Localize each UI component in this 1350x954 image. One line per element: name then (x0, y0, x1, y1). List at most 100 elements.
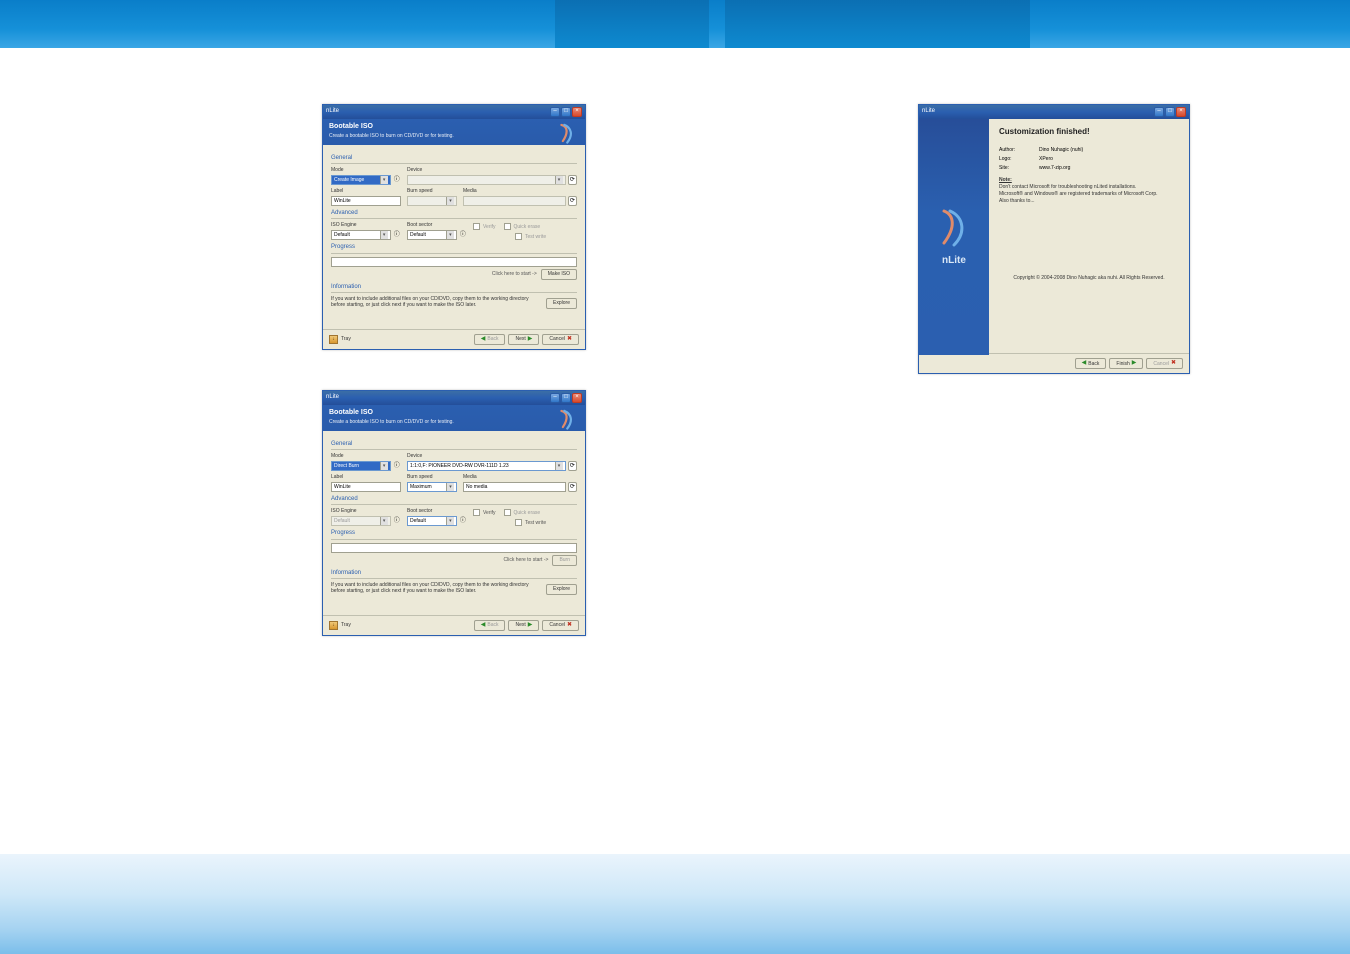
section-information: Information (331, 284, 577, 293)
explore-button[interactable]: Explore (546, 298, 577, 309)
mode-dropdown[interactable]: Direct Burn ▾ (331, 461, 391, 471)
burn-button: Burn (552, 555, 577, 566)
verify-label: Verify (483, 224, 496, 230)
boot-sector-dropdown[interactable]: Default ▾ (407, 230, 457, 240)
titlebar[interactable]: nLite – □ × (919, 105, 1189, 119)
nlite-logo-icon (557, 408, 579, 430)
site-value: www.7-zip.org (1039, 165, 1070, 171)
test-write-checkbox[interactable]: Test write (515, 519, 577, 526)
test-write-label: Test write (525, 234, 546, 240)
section-progress: Progress (331, 244, 577, 253)
quick-erase-checkbox: Quick erase (504, 509, 541, 516)
finish-button[interactable]: Finish ▶ (1109, 358, 1143, 369)
explore-button[interactable]: Explore (546, 584, 577, 595)
boot-sector-dropdown[interactable]: Default ▾ (407, 516, 457, 526)
refresh-button[interactable]: ⟳ (568, 482, 577, 492)
info-icon[interactable]: ⓘ (393, 175, 401, 185)
logo-key: Logo: (999, 156, 1039, 162)
verify-checkbox: Verify (473, 223, 496, 230)
nlite-logo-icon (557, 122, 579, 144)
tray-button[interactable]: Tray (329, 621, 351, 630)
iso-engine-dropdown: Default ▾ (331, 516, 391, 526)
logo-value: XPero (1039, 156, 1053, 162)
info-icon[interactable]: ⓘ (393, 516, 401, 526)
progress-bar (331, 543, 577, 553)
tray-icon (329, 621, 338, 630)
back-button[interactable]: ◀ Back (1075, 358, 1107, 369)
back-arrow-icon: ◀ (1082, 360, 1087, 367)
label-input[interactable]: WinLite (331, 482, 401, 492)
close-icon: ✖ (567, 622, 572, 629)
iso-engine-value: Default (334, 232, 350, 238)
label-iso-engine: ISO Engine (331, 508, 401, 514)
back-label: Back (487, 622, 498, 628)
tray-button[interactable]: Tray (329, 335, 351, 344)
label-burn-speed: Burn speed (407, 188, 457, 194)
chevron-down-icon: ▾ (446, 197, 454, 205)
section-information: Information (331, 570, 577, 579)
cancel-label: Cancel (549, 622, 565, 628)
burn-speed-dropdown[interactable]: Maximum ▾ (407, 482, 457, 492)
label-media: Media (463, 188, 577, 194)
back-arrow-icon: ◀ (481, 622, 486, 629)
copyright: Copyright © 2004-2008 Dino Nuhagic aka n… (999, 275, 1179, 281)
info-icon[interactable]: ⓘ (393, 461, 401, 471)
titlebar[interactable]: nLite – □ × (323, 391, 585, 405)
window-bootable-iso-burn: nLite – □ × Bootable ISO Create a bootab… (322, 390, 586, 636)
window-title: nLite (922, 108, 935, 115)
cancel-button[interactable]: Cancel ✖ (542, 620, 579, 631)
info-icon[interactable]: ⓘ (459, 516, 467, 526)
iso-engine-dropdown[interactable]: Default ▾ (331, 230, 391, 240)
mode-dropdown[interactable]: Create Image ▾ (331, 175, 391, 185)
window-customization-finished: nLite – □ × nLite Customization finished… (918, 104, 1190, 374)
verify-checkbox[interactable]: Verify (473, 509, 496, 516)
close-button[interactable]: × (572, 393, 582, 403)
label-boot-sector: Boot sector (407, 508, 467, 514)
refresh-button[interactable]: ⟳ (568, 175, 577, 185)
author-value: Dino Nuhagic (nuhi) (1039, 147, 1083, 153)
section-general: General (331, 441, 577, 450)
next-button[interactable]: Next ▶ (508, 334, 539, 345)
quick-erase-checkbox: Quick erase (504, 223, 541, 230)
maximize-button[interactable]: □ (561, 393, 571, 403)
tray-label: Tray (341, 622, 351, 628)
label-mode: Mode (331, 453, 401, 459)
close-button[interactable]: × (1176, 107, 1186, 117)
chevron-down-icon: ▾ (446, 517, 454, 525)
close-button[interactable]: × (572, 107, 582, 117)
info-icon[interactable]: ⓘ (459, 230, 467, 240)
header-title: Bootable ISO (329, 123, 579, 131)
device-dropdown[interactable]: 1:1:0,F: PIONEER DVD-RW DVR-111D 1.23 ▾ (407, 461, 566, 471)
maximize-button[interactable]: □ (1165, 107, 1175, 117)
start-hint: Click here to start -> (492, 271, 537, 277)
label-burn-speed: Burn speed (407, 474, 457, 480)
refresh-button[interactable]: ⟳ (568, 461, 577, 471)
chevron-down-icon: ▾ (446, 231, 454, 239)
label-iso-engine: ISO Engine (331, 222, 401, 228)
minimize-button[interactable]: – (550, 393, 560, 403)
next-button[interactable]: Next ▶ (508, 620, 539, 631)
back-button: ◀ Back (474, 620, 506, 631)
back-label: Back (487, 336, 498, 342)
maximize-button[interactable]: □ (561, 107, 571, 117)
cancel-button[interactable]: Cancel ✖ (542, 334, 579, 345)
label-boot-sector: Boot sector (407, 222, 467, 228)
refresh-button[interactable]: ⟳ (568, 196, 577, 206)
test-write-checkbox: Test write (515, 233, 577, 240)
label-input[interactable]: WinLite (331, 196, 401, 206)
tray-label: Tray (341, 336, 351, 342)
cancel-button: Cancel ✖ (1146, 358, 1183, 369)
info-icon[interactable]: ⓘ (393, 230, 401, 240)
label-label: Label (331, 474, 401, 480)
burn-label: Burn (559, 557, 570, 563)
chevron-down-icon: ▾ (380, 231, 388, 239)
chevron-down-icon: ▾ (555, 176, 563, 184)
minimize-button[interactable]: – (550, 107, 560, 117)
quick-erase-label: Quick erase (514, 224, 541, 230)
minimize-button[interactable]: – (1154, 107, 1164, 117)
note-text-3: Also thanks to... (999, 198, 1035, 204)
make-iso-button[interactable]: Make ISO (541, 269, 577, 280)
titlebar[interactable]: nLite – □ × (323, 105, 585, 119)
cancel-label: Cancel (549, 336, 565, 342)
note-text-2: Microsoft® and Windows® are registered t… (999, 191, 1158, 197)
